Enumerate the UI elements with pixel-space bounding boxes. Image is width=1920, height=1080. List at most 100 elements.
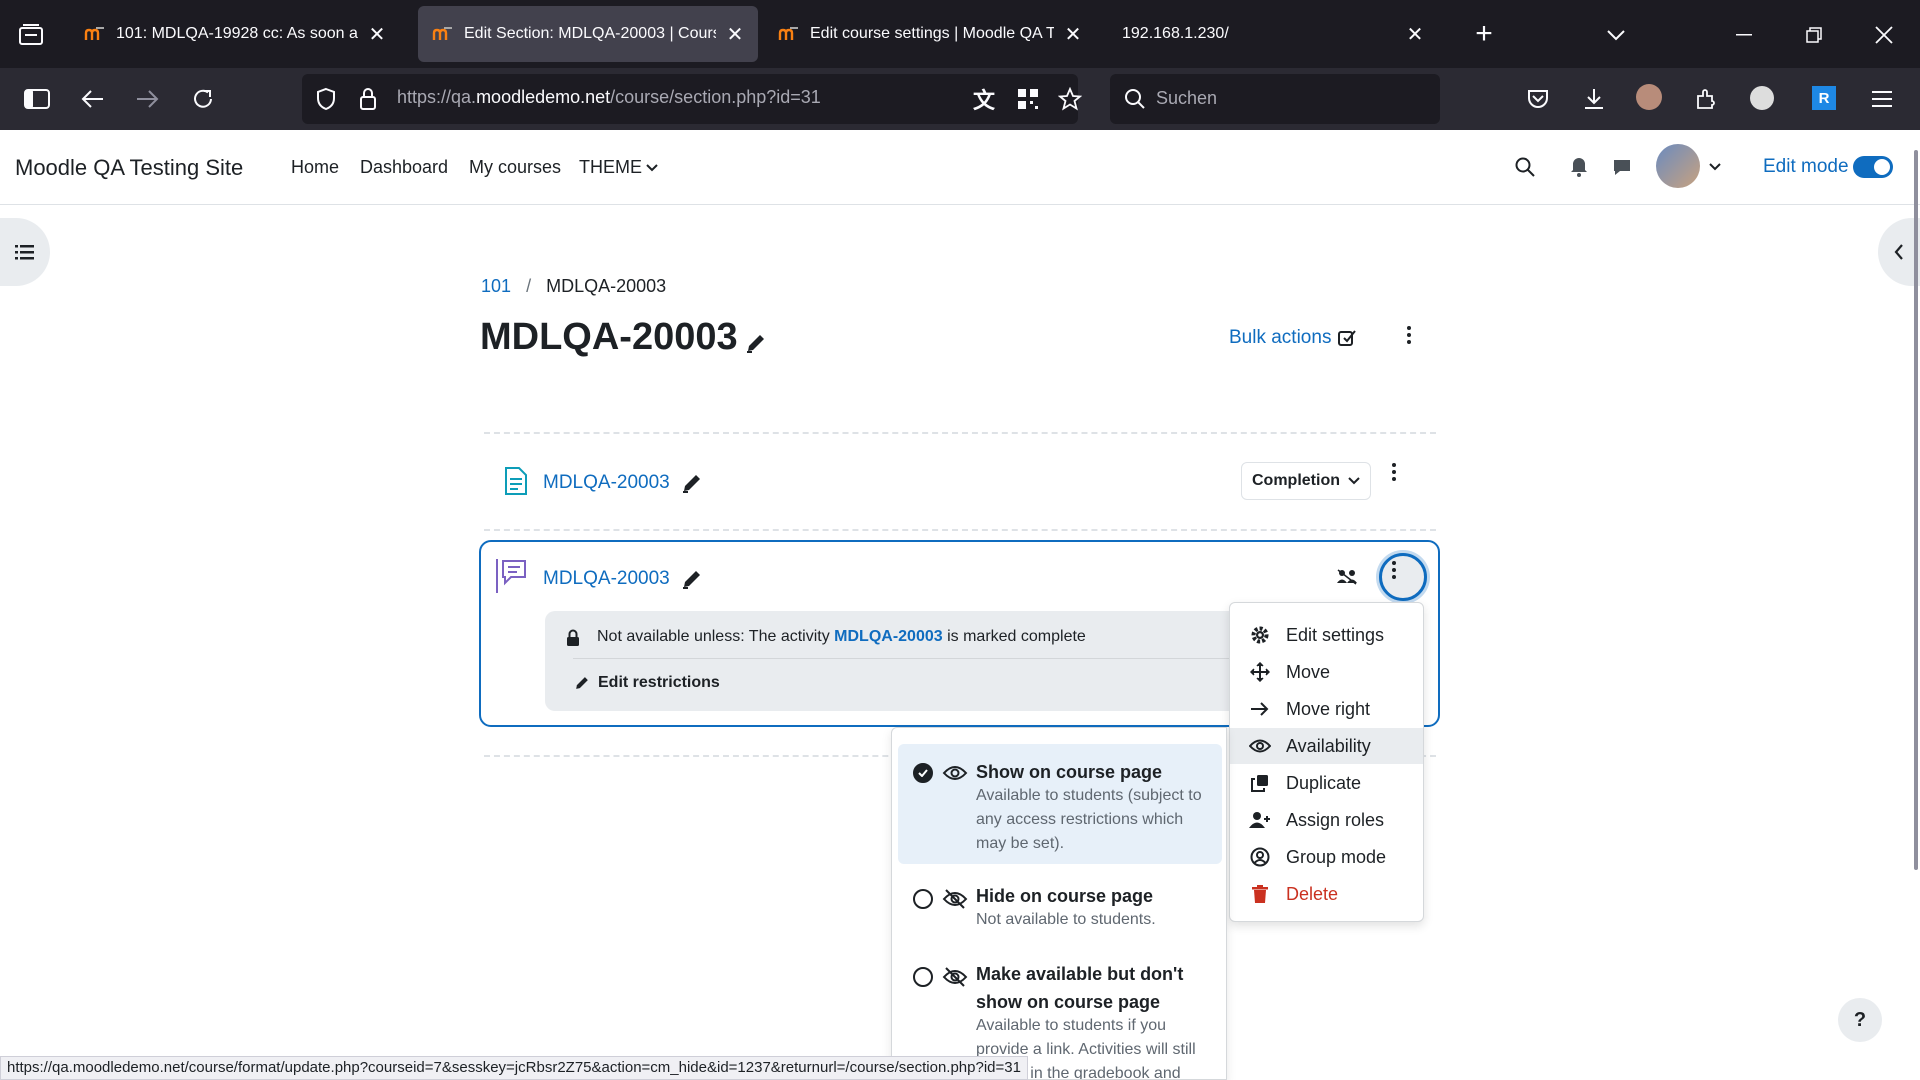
menu-item-assign-roles[interactable]: Assign roles	[1230, 802, 1423, 838]
page-actions-kebab-icon[interactable]	[1405, 326, 1413, 344]
chevron-left-icon	[1894, 244, 1903, 260]
account-avatar-icon[interactable]	[1636, 84, 1662, 110]
pocket-icon[interactable]	[1522, 84, 1554, 114]
browser-tab-2[interactable]: Edit Section: MDLQA-20003 | Course Fu ✕	[418, 6, 758, 62]
browser-tab-1[interactable]: 101: MDLQA-19928 cc: As soon as we l ✕	[70, 6, 400, 62]
page-activity-icon	[502, 464, 530, 498]
activity-link-forum[interactable]: MDLQA-20003	[543, 568, 670, 590]
menu-item-move-right[interactable]: Move right	[1230, 691, 1423, 727]
back-arrow-icon[interactable]	[76, 84, 110, 114]
close-tab-icon[interactable]: ✕	[368, 22, 386, 47]
close-tab-icon[interactable]: ✕	[1064, 22, 1082, 47]
radio-unchecked[interactable]	[913, 889, 933, 909]
menu-item-delete[interactable]: Delete	[1230, 876, 1423, 912]
restore-icon[interactable]	[1798, 20, 1830, 50]
extension-globe-icon[interactable]	[1750, 86, 1774, 110]
extensions-icon[interactable]	[1690, 84, 1722, 114]
page-title: MDLQA-20003	[480, 316, 738, 359]
activity-actions-kebab-icon[interactable]	[1390, 463, 1398, 481]
breadcrumb-separator: /	[526, 276, 532, 296]
scrollbar[interactable]	[1914, 150, 1918, 870]
trash-icon	[1248, 882, 1272, 906]
radio-unchecked[interactable]	[913, 967, 933, 987]
browser-tab-3[interactable]: Edit course settings | Moodle QA Testin …	[764, 6, 1096, 62]
close-window-icon[interactable]	[1868, 20, 1900, 50]
hamburger-menu-icon[interactable]	[1866, 84, 1898, 114]
breadcrumb-course-link[interactable]: 101	[481, 276, 511, 296]
nav-home[interactable]: Home	[291, 157, 339, 178]
breadcrumb-current: MDLQA-20003	[546, 276, 667, 296]
edit-restrictions-label: Edit restrictions	[598, 674, 720, 691]
search-icon[interactable]	[1510, 152, 1540, 182]
nav-my-courses[interactable]: My courses	[469, 157, 561, 178]
restriction-divider	[573, 658, 1245, 659]
url-text[interactable]: https://qa.moodledemo.net/course/section…	[397, 87, 821, 108]
bulk-actions-label: Bulk actions	[1229, 327, 1332, 348]
sidebar-toggle-icon[interactable]	[20, 84, 54, 114]
group-mode-icon[interactable]	[1334, 564, 1360, 590]
browser-tab-4[interactable]: 192.168.1.230/ ✕	[1108, 6, 1438, 62]
bulk-actions-button[interactable]: Bulk actions	[1229, 327, 1357, 349]
tab-title: Edit Section: MDLQA-20003 | Course Fu	[464, 25, 716, 42]
tab-title: 192.168.1.230/	[1122, 25, 1229, 42]
close-tab-icon[interactable]: ✕	[726, 22, 744, 47]
menu-item-move[interactable]: Move	[1230, 654, 1423, 690]
user-avatar[interactable]	[1656, 144, 1700, 188]
forward-arrow-icon[interactable]	[130, 84, 164, 114]
restriction-activity-link[interactable]: MDLQA-20003	[834, 628, 942, 645]
option-title: Show on course page	[976, 762, 1163, 782]
activity-actions-kebab-icon[interactable]	[1390, 561, 1398, 579]
menu-item-edit-settings[interactable]: Edit settings	[1230, 617, 1423, 653]
menu-item-group-mode[interactable]: Group mode	[1230, 839, 1423, 875]
pencil-icon	[576, 677, 588, 689]
moodle-favicon-icon	[84, 27, 104, 40]
pencil-icon[interactable]	[680, 470, 704, 496]
shield-icon[interactable]	[310, 84, 342, 114]
breadcrumb: 101 / MDLQA-20003	[481, 276, 666, 297]
translate-icon[interactable]: 文	[968, 84, 1000, 114]
activity-link-page[interactable]: MDLQA-20003	[543, 472, 670, 494]
site-name[interactable]: Moodle QA Testing Site	[15, 155, 243, 181]
course-index-toggle[interactable]	[0, 218, 50, 286]
close-tab-icon[interactable]: ✕	[1406, 22, 1424, 47]
nav-theme[interactable]: THEME	[579, 157, 658, 178]
eye-slash-icon	[942, 967, 968, 987]
chevron-down-icon[interactable]	[1706, 158, 1724, 176]
qr-code-icon[interactable]	[1012, 84, 1044, 114]
edit-restrictions-link[interactable]: Edit restrictions	[574, 674, 720, 692]
option-description: Available to students (subject to any ac…	[976, 787, 1202, 852]
pencil-icon[interactable]	[680, 566, 704, 592]
pencil-icon[interactable]	[744, 330, 768, 356]
menu-item-availability[interactable]: Availability	[1230, 728, 1423, 764]
bulk-edit-icon	[1338, 330, 1357, 346]
new-tab-icon[interactable]: +	[1468, 17, 1500, 50]
minimize-icon[interactable]	[1728, 20, 1760, 50]
browser-search-placeholder: Suchen	[1156, 88, 1218, 108]
bookmark-star-icon[interactable]	[1054, 84, 1086, 114]
menu-item-duplicate[interactable]: Duplicate	[1230, 765, 1423, 801]
arrow-right-icon	[1248, 697, 1272, 721]
help-button[interactable]: ?	[1838, 998, 1882, 1042]
chevron-down-icon	[1348, 477, 1360, 485]
message-icon[interactable]	[1607, 152, 1637, 182]
extension-r-icon[interactable]: R	[1812, 86, 1836, 110]
completion-label: Completion	[1252, 472, 1340, 489]
nav-dashboard[interactable]: Dashboard	[360, 157, 448, 178]
bell-icon[interactable]	[1564, 152, 1594, 182]
restriction-box	[545, 611, 1245, 711]
radio-checked[interactable]	[913, 763, 933, 783]
reload-icon[interactable]	[186, 84, 220, 114]
download-icon[interactable]	[1578, 84, 1610, 114]
tab-list-icon[interactable]	[14, 18, 48, 52]
copy-icon	[1248, 771, 1272, 795]
completion-dropdown[interactable]: Completion	[1241, 462, 1371, 500]
availability-option-hide[interactable]: Hide on course page Not available to stu…	[898, 870, 1222, 936]
activity-actions-kebab-focused[interactable]	[1379, 553, 1427, 601]
chevron-down-icon[interactable]	[1600, 20, 1632, 50]
edit-mode-toggle[interactable]	[1853, 156, 1893, 178]
eye-icon	[942, 766, 968, 780]
moodle-favicon-icon	[432, 27, 452, 40]
availability-option-show[interactable]: Show on course page Available to student…	[898, 744, 1222, 864]
user-plus-icon	[1248, 808, 1272, 832]
lock-icon[interactable]	[354, 84, 382, 114]
